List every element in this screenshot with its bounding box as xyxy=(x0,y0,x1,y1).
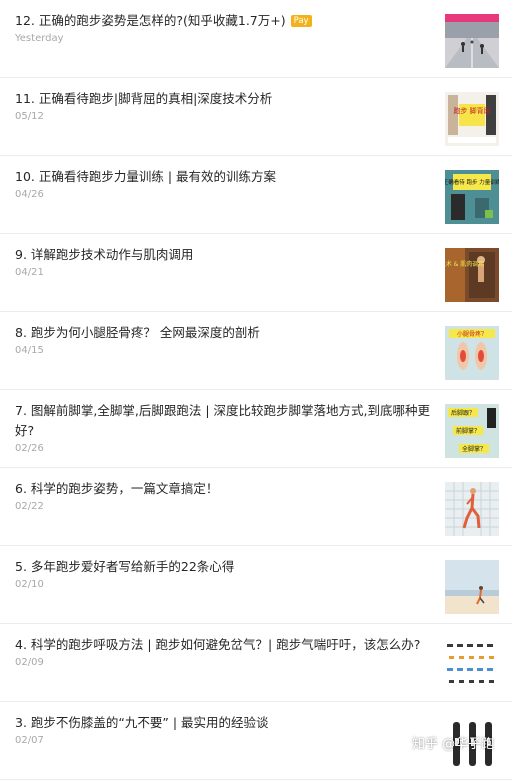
list-item[interactable]: 8. 跑步为何小腿胫骨疼？ 全网最深度的剖析 04/15 小腿骨疼？ xyxy=(0,312,512,390)
article-thumbnail[interactable] xyxy=(445,482,499,536)
article-date: 02/09 xyxy=(15,657,44,668)
article-date: 02/26 xyxy=(15,443,44,454)
article-thumbnail[interactable] xyxy=(445,560,499,614)
list-item[interactable]: 7. 图解前脚掌,全脚掌,后脚跟跑法 | 深度比较跑步脚掌落地方式,到底哪种更好… xyxy=(0,390,512,468)
list-item[interactable]: 11. 正确看待跑步|脚背屈的真相|深度技术分析 05/12 跑步 脚背屈 xyxy=(0,78,512,156)
article-title[interactable]: 4. 科学的跑步呼吸方法 | 跑步如何避免岔气？| 跑步气喘吁吁，该怎么办? xyxy=(15,635,435,655)
article-date: Yesterday xyxy=(15,33,64,44)
list-item[interactable]: 10. 正确看待跑步力量训练 | 最有效的训练方案 04/26 正确看待 跑步 … xyxy=(0,156,512,234)
thumb-caption: 正确看待 跑步 力量训练 xyxy=(445,178,499,186)
article-date: 04/26 xyxy=(15,189,44,200)
article-title[interactable]: 5. 多年跑步爱好者写给新手的22条心得 xyxy=(15,557,435,577)
list-item[interactable]: 6. 科学的跑步姿势，一篇文章搞定！ 02/22 xyxy=(0,468,512,546)
article-date: 02/07 xyxy=(15,735,44,746)
article-title[interactable]: 9. 详解跑步技术动作与肌肉调用 xyxy=(15,245,435,265)
thumb-caption: 前脚掌？ xyxy=(456,427,480,435)
thumb-caption: 跑步 技术 & 肌肉调用 xyxy=(445,260,484,268)
article-title[interactable]: 8. 跑步为何小腿胫骨疼？ 全网最深度的剖析 xyxy=(15,323,435,343)
thumb-caption: 全脚掌？ xyxy=(462,445,486,453)
article-title[interactable]: 12. 正确的跑步姿势是怎样的?(知乎收藏1.7万+) Pay xyxy=(15,11,435,31)
zhihu-watermark: 知乎 @华子跑 xyxy=(412,737,495,752)
thumb-caption: 小腿骨疼？ xyxy=(457,330,487,338)
list-item[interactable]: 12. 正确的跑步姿势是怎样的?(知乎收藏1.7万+) Pay Yesterday xyxy=(0,0,512,78)
article-thumbnail[interactable]: 后脚跟？ 前脚掌？ 全脚掌？ xyxy=(445,404,499,458)
pay-badge: Pay xyxy=(290,15,312,27)
thumb-caption: 跑步 脚背屈 xyxy=(453,106,490,115)
article-date: 02/10 xyxy=(15,579,44,590)
list-item[interactable]: 9. 详解跑步技术动作与肌肉调用 04/21 跑步 技术 & 肌肉调用 xyxy=(0,234,512,312)
article-date: 04/15 xyxy=(15,345,44,356)
list-item[interactable]: 5. 多年跑步爱好者写给新手的22条心得 02/10 xyxy=(0,546,512,624)
article-title[interactable]: 11. 正确看待跑步|脚背屈的真相|深度技术分析 xyxy=(15,89,435,109)
article-thumbnail[interactable] xyxy=(445,638,499,692)
article-title[interactable]: 7. 图解前脚掌,全脚掌,后脚跟跑法 | 深度比较跑步脚掌落地方式,到底哪种更好… xyxy=(15,401,435,441)
thumb-caption: 后脚跟？ xyxy=(451,409,475,417)
article-title[interactable]: 3. 跑步不伤膝盖的“九不要” | 最实用的经验谈 xyxy=(15,713,435,733)
article-title[interactable]: 6. 科学的跑步姿势，一篇文章搞定！ xyxy=(15,479,435,499)
article-date: 02/22 xyxy=(15,501,44,512)
article-thumbnail[interactable]: 跑步 技术 & 肌肉调用 xyxy=(445,248,499,302)
article-title[interactable]: 10. 正确看待跑步力量训练 | 最有效的训练方案 xyxy=(15,167,435,187)
article-date: 04/21 xyxy=(15,267,44,278)
article-thumbnail[interactable]: 小腿骨疼？ xyxy=(445,326,499,380)
list-item[interactable]: 4. 科学的跑步呼吸方法 | 跑步如何避免岔气？| 跑步气喘吁吁，该怎么办? 0… xyxy=(0,624,512,702)
article-thumbnail[interactable]: 正确看待 跑步 力量训练 xyxy=(445,170,499,224)
article-list: 12. 正确的跑步姿势是怎样的?(知乎收藏1.7万+) Pay Yesterday… xyxy=(0,0,512,780)
article-date: 05/12 xyxy=(15,111,44,122)
article-thumbnail[interactable] xyxy=(445,14,499,68)
article-thumbnail[interactable]: 跑步 脚背屈 xyxy=(445,92,499,146)
